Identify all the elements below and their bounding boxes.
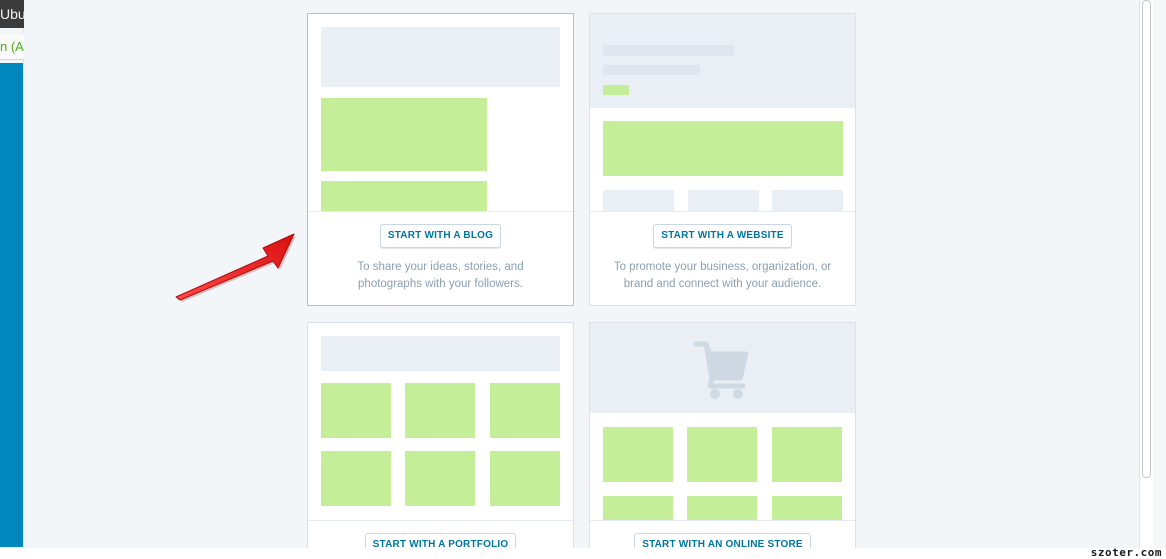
preview-header-block <box>321 27 560 87</box>
preview-cta-block <box>603 85 629 95</box>
preview-hero-block <box>590 14 855 108</box>
background-window-sidebar <box>0 63 23 547</box>
preview-product-tile <box>687 496 757 520</box>
preview-product-tile <box>772 496 842 520</box>
website-description-line: To promote your business, organization, … <box>613 261 832 273</box>
website-description: To promote your business, organization, … <box>590 259 855 293</box>
store-layout-preview <box>590 323 855 520</box>
preview-product-tile <box>687 427 757 482</box>
preview-post-block <box>321 181 487 211</box>
watermark: szoter.com <box>1090 546 1162 559</box>
preview-feature-block <box>603 121 843 176</box>
preview-product-tile <box>603 427 673 482</box>
portfolio-layout-preview <box>308 323 573 520</box>
preview-post-block <box>321 98 487 171</box>
website-option-card[interactable]: START WITH A WEBSITE To promote your bus… <box>589 13 856 306</box>
portfolio-option-card[interactable]: START WITH A PORTFOLIO <box>307 322 574 559</box>
window-edge <box>1153 0 1166 548</box>
preview-tile <box>321 451 391 506</box>
store-option-card[interactable]: START WITH AN ONLINE STORE <box>589 322 856 559</box>
preview-product-tile <box>772 427 842 482</box>
blog-layout-preview <box>308 14 573 211</box>
website-card-footer: START WITH A WEBSITE To promote your bus… <box>590 211 855 305</box>
blog-description-line: photographs with your followers. <box>358 278 523 290</box>
start-with-website-button[interactable]: START WITH A WEBSITE <box>653 224 792 248</box>
blog-option-card[interactable]: START WITH A BLOG To share your ideas, s… <box>307 13 574 306</box>
background-window: Ubun n (Au <box>0 0 24 559</box>
preview-tile <box>321 383 391 438</box>
preview-product-tile <box>603 496 673 520</box>
preview-tile <box>405 451 475 506</box>
preview-column-block <box>603 190 674 211</box>
preview-header-block <box>321 336 560 371</box>
shopping-cart-icon <box>693 341 749 399</box>
background-window-tab: Ubun <box>0 0 24 28</box>
preview-tile <box>490 383 560 438</box>
preview-tile <box>405 383 475 438</box>
start-with-blog-button[interactable]: START WITH A BLOG <box>379 224 502 248</box>
blog-card-footer: START WITH A BLOG To share your ideas, s… <box>308 211 573 305</box>
red-arrow-icon <box>175 233 296 302</box>
bottom-bar: szoter.com <box>0 546 1166 559</box>
blog-description: To share your ideas, stories, and photog… <box>308 259 573 293</box>
preview-column-block <box>772 190 843 211</box>
blog-description-line: To share your ideas, stories, and <box>357 261 524 273</box>
background-window-row: n (Au <box>0 34 24 60</box>
scrollbar-thumb[interactable] <box>1142 0 1151 478</box>
preview-subtitle-line <box>603 65 700 75</box>
preview-tile <box>490 451 560 506</box>
preview-title-line <box>603 45 734 56</box>
preview-column-block <box>688 190 759 211</box>
website-layout-preview <box>590 14 855 211</box>
website-description-line: brand and connect with your audience. <box>623 278 822 290</box>
vertical-scrollbar[interactable] <box>1139 0 1153 548</box>
